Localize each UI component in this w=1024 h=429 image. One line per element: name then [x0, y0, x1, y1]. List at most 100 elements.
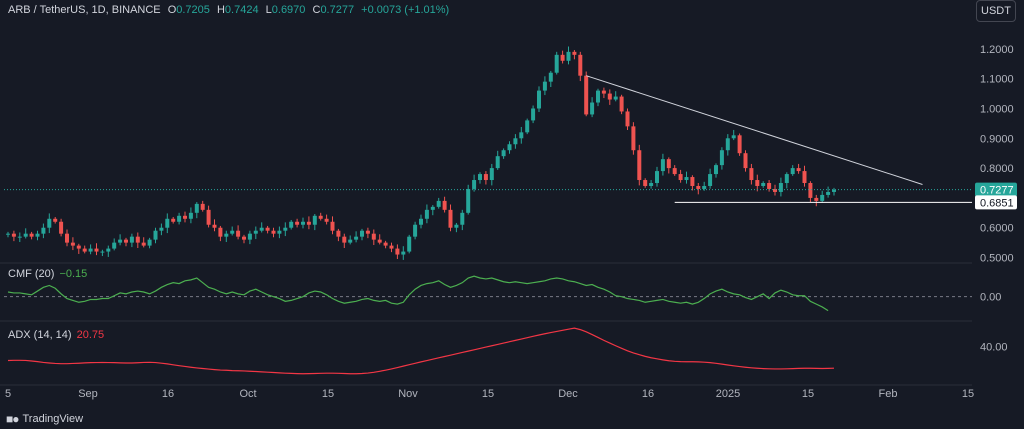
candle-body	[65, 233, 69, 243]
candle-body	[377, 239, 382, 243]
symbol-title: ARB / TetherUS, 1D, BINANCE	[8, 4, 161, 16]
candle-body	[802, 171, 807, 184]
candle-body	[637, 150, 642, 181]
candle-body	[725, 138, 730, 151]
candle-body	[619, 96, 624, 112]
candle-body	[483, 174, 488, 181]
time-tick-label: Oct	[239, 388, 256, 400]
candle-body	[702, 185, 707, 189]
candle-body	[560, 54, 565, 61]
candle-body	[566, 51, 571, 61]
candle-body	[289, 221, 294, 228]
time-tick-label: Dec	[558, 388, 578, 400]
candle-body	[354, 236, 359, 240]
candle-body	[360, 230, 364, 237]
candle-body	[383, 242, 388, 246]
currency-button[interactable]: USDT	[976, 0, 1016, 22]
candle-body	[124, 239, 128, 243]
candle-body	[448, 209, 453, 228]
candle-body	[649, 183, 654, 186]
candle-body	[76, 245, 81, 249]
candle-body	[436, 200, 441, 207]
candle-body	[159, 227, 164, 231]
candle-body	[100, 251, 105, 253]
cmf-tick-label: 0.00	[980, 292, 1001, 304]
candle-body	[731, 135, 736, 139]
candle-body	[336, 230, 341, 237]
chart-canvas[interactable]: 1.20001.10001.00000.90000.80000.70000.60…	[0, 0, 1024, 429]
candle-body	[584, 75, 589, 115]
candle-body	[53, 218, 58, 222]
candle-body	[247, 233, 252, 240]
candle-body	[330, 221, 335, 231]
candle-body	[714, 165, 718, 175]
candle-body	[265, 227, 270, 231]
candle-body	[749, 168, 754, 181]
candle-body	[796, 168, 801, 172]
candle-body	[218, 227, 223, 237]
time-tick-label: 5	[5, 388, 11, 400]
candle-body	[631, 126, 636, 151]
candle-body	[200, 203, 205, 210]
candle-body	[578, 54, 583, 76]
candle-body	[454, 224, 459, 228]
candle-body	[259, 227, 264, 231]
candle-body	[519, 132, 524, 139]
time-tick-label: Sep	[78, 388, 98, 400]
candle-body	[324, 218, 329, 222]
candle-body	[778, 183, 783, 192]
candle-body	[141, 242, 146, 246]
candle-body	[554, 54, 559, 73]
candle-body	[808, 183, 813, 198]
candle-body	[236, 230, 241, 237]
candle-body	[135, 236, 140, 243]
candle-body	[784, 174, 789, 184]
candle-body	[572, 51, 577, 55]
candle-body	[11, 233, 16, 237]
candle-body	[242, 236, 246, 240]
candle-body	[129, 236, 134, 243]
adx-line	[7, 327, 835, 375]
time-tick-label: 15	[482, 388, 494, 400]
candle-body	[70, 242, 75, 246]
time-tick-label: 2025	[716, 388, 740, 400]
candle-body	[342, 236, 347, 243]
candle-body	[719, 150, 724, 166]
candle-body	[660, 159, 665, 172]
candle-body	[590, 102, 595, 115]
candle-body	[525, 120, 530, 133]
candle-body	[206, 209, 211, 225]
support-price-label: 0.6851	[980, 197, 1014, 209]
candle-body	[472, 180, 477, 189]
brand[interactable]: ■● TradingView	[6, 412, 83, 426]
candle-body	[230, 230, 235, 234]
candle-body	[41, 227, 46, 234]
adx-tick-label: 40.00	[980, 342, 1008, 354]
cmf-label: CMF (20)	[8, 268, 55, 280]
close-value: 0.7277	[320, 4, 355, 16]
candle-body	[23, 233, 28, 237]
candle-body	[188, 212, 193, 219]
adx-value: 20.75	[76, 329, 105, 341]
adx-legend[interactable]: ADX (14, 14) 20.75	[8, 329, 104, 341]
candle-body	[478, 174, 482, 181]
time-tick-label: Feb	[879, 388, 898, 400]
time-tick-label: 16	[162, 388, 174, 400]
candle-body	[790, 168, 795, 175]
candle-body	[531, 108, 536, 121]
symbol-legend[interactable]: ARB / TetherUS, 1D, BINANCE O0.7205 H0.7…	[8, 4, 449, 16]
candle-body	[29, 233, 34, 237]
candle-body	[212, 224, 217, 228]
candle-body	[537, 90, 541, 109]
open-label: O	[167, 4, 177, 16]
candle-body	[306, 221, 311, 225]
price-tick-label: 0.5000	[980, 253, 1014, 265]
candle-body	[318, 215, 323, 219]
candle-body	[666, 159, 671, 169]
cmf-legend[interactable]: CMF (20) −0.15	[8, 268, 87, 280]
price-tick-label: 0.9000	[980, 133, 1014, 145]
candle-body	[94, 248, 99, 252]
candle-body	[460, 212, 465, 225]
candle-body	[112, 242, 117, 249]
current-price-tag: 0.7277	[975, 182, 1017, 197]
